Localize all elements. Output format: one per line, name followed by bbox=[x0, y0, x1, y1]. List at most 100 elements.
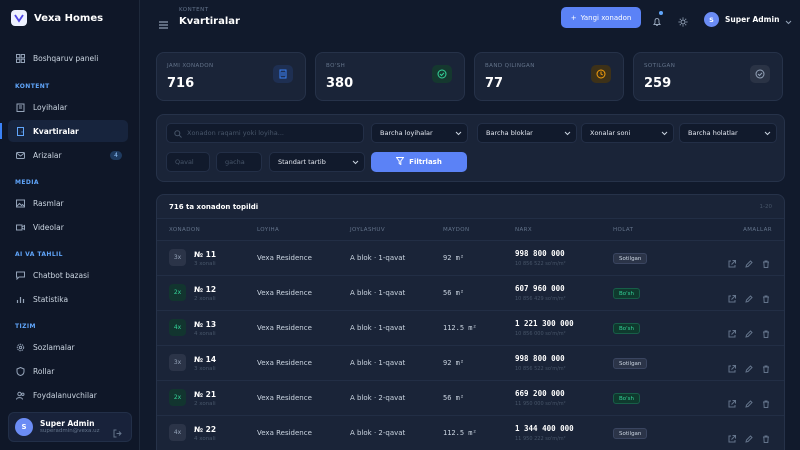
trash-icon[interactable] bbox=[762, 253, 770, 272]
project-name: Vexa Residence bbox=[257, 394, 312, 402]
sort-select[interactable]: Standart tartib bbox=[269, 152, 365, 172]
table-row[interactable]: 3x № 14 3 xonali Vexa Residence A blok ·… bbox=[157, 346, 784, 381]
logout-icon[interactable] bbox=[113, 423, 122, 442]
sidebar-item-label: Chatbot bazasi bbox=[33, 270, 90, 280]
sidebar-item-label: Rollar bbox=[33, 366, 55, 376]
chevron-down-icon bbox=[352, 159, 359, 167]
edit-icon[interactable] bbox=[745, 428, 753, 447]
check-circle-icon bbox=[432, 65, 452, 83]
rooms-badge: 4x bbox=[169, 319, 186, 336]
menu-icon[interactable] bbox=[159, 14, 168, 33]
edit-icon[interactable] bbox=[745, 253, 753, 272]
edit-icon[interactable] bbox=[745, 393, 753, 412]
brand-name: Vexa Homes bbox=[34, 12, 104, 24]
price: 607 960 000 bbox=[515, 284, 565, 293]
edit-icon[interactable] bbox=[745, 288, 753, 307]
sidebar-item-images[interactable]: Rasmlar bbox=[8, 192, 128, 214]
status-select[interactable]: Barcha holatlar bbox=[679, 123, 777, 143]
project-name: Vexa Residence bbox=[257, 359, 312, 367]
external-link-icon[interactable] bbox=[728, 323, 736, 342]
trash-icon[interactable] bbox=[762, 393, 770, 412]
clock-icon bbox=[591, 65, 611, 83]
sidebar: Vexa Homes Boshqaruv paneli KONTENT Loyi… bbox=[0, 0, 140, 450]
notification-dot bbox=[659, 11, 663, 15]
external-link-icon[interactable] bbox=[728, 358, 736, 377]
new-apartment-label: Yangi xonadon bbox=[580, 13, 632, 22]
status-badge: Sotilgan bbox=[613, 428, 648, 439]
nav-section-kontent: KONTENT bbox=[15, 83, 50, 90]
rooms-badge: 4x bbox=[169, 424, 186, 441]
project-select[interactable]: Barcha loyihalar bbox=[371, 123, 468, 143]
trash-icon[interactable] bbox=[762, 428, 770, 447]
table-header: XONADON LOYIHA JOYLASHUV MAYDON NARX HOL… bbox=[157, 218, 784, 241]
table-row[interactable]: 3x № 11 3 xonali Vexa Residence A blok ·… bbox=[157, 241, 784, 276]
sidebar-item-statistics[interactable]: Statistika bbox=[8, 288, 128, 310]
sidebar-item-projects[interactable]: Loyihalar bbox=[8, 96, 128, 118]
new-apartment-button[interactable]: + Yangi xonadon bbox=[561, 7, 641, 28]
block-select-value: Barcha bloklar bbox=[486, 129, 533, 137]
users-icon bbox=[16, 391, 25, 400]
grid-icon bbox=[16, 53, 25, 63]
sun-icon[interactable] bbox=[678, 12, 688, 31]
chevron-down-icon bbox=[785, 10, 792, 29]
rooms-badge: 3x bbox=[169, 354, 186, 371]
rooms-select-value: Xonalar soni bbox=[590, 129, 631, 137]
nav-section-system: TIZIM bbox=[15, 323, 36, 330]
chevron-down-icon bbox=[455, 130, 462, 138]
shield-icon bbox=[16, 366, 25, 376]
table-row[interactable]: 4x № 13 4 xonali Vexa Residence A blok ·… bbox=[157, 311, 784, 346]
search-icon bbox=[174, 130, 182, 140]
stat-card-free: BO'SH 380 bbox=[315, 52, 465, 101]
table-row[interactable]: 2x № 12 2 xonali Vexa Residence A blok ·… bbox=[157, 276, 784, 311]
table-row[interactable]: 4x № 22 4 xonali Vexa Residence A blok ·… bbox=[157, 416, 784, 450]
external-link-icon[interactable] bbox=[728, 393, 736, 412]
chevron-down-icon bbox=[661, 130, 668, 138]
column-header: XONADON bbox=[169, 227, 201, 233]
sidebar-item-videos[interactable]: Videolar bbox=[8, 216, 128, 238]
price-per-m2: 11 950 000 so'm/m² bbox=[515, 401, 566, 407]
plus-icon: + bbox=[570, 13, 577, 22]
edit-icon[interactable] bbox=[745, 323, 753, 342]
sidebar-item-dashboard[interactable]: Boshqaruv paneli bbox=[8, 47, 128, 69]
chevron-down-icon bbox=[564, 130, 571, 138]
price-from-input[interactable]: Qaval bbox=[166, 152, 210, 172]
trash-icon[interactable] bbox=[762, 288, 770, 307]
trash-icon[interactable] bbox=[762, 358, 770, 377]
sidebar-user-card[interactable]: S Super Admin superadmin@vexa.uz bbox=[8, 412, 132, 442]
price: 669 200 000 bbox=[515, 389, 565, 398]
rooms-badge: 3x bbox=[169, 249, 186, 266]
sort-select-value: Standart tartib bbox=[278, 158, 326, 166]
sidebar-item-settings[interactable]: Sozlamalar bbox=[8, 336, 128, 358]
stat-label: SOTILGAN bbox=[644, 63, 676, 69]
stat-card-total: JAMI XONADON 716 bbox=[156, 52, 306, 101]
sidebar-item-apartments[interactable]: Kvartiralar bbox=[0, 120, 128, 142]
brand[interactable]: Vexa Homes bbox=[11, 10, 103, 26]
apartment-type: 4 xonali bbox=[194, 436, 216, 442]
sidebar-item-users[interactable]: Foydalanuvchilar bbox=[8, 384, 128, 406]
block-select[interactable]: Barcha bloklar bbox=[477, 123, 577, 143]
external-link-icon[interactable] bbox=[728, 428, 736, 447]
price: 998 800 000 bbox=[515, 249, 565, 258]
sidebar-item-roles[interactable]: Rollar bbox=[8, 360, 128, 382]
rooms-select[interactable]: Xonalar soni bbox=[581, 123, 674, 143]
sidebar-item-chatbot[interactable]: Chatbot bazasi bbox=[8, 264, 128, 286]
edit-icon[interactable] bbox=[745, 358, 753, 377]
top-user-menu[interactable]: S Super Admin bbox=[704, 10, 792, 29]
status-select-value: Barcha holatlar bbox=[688, 129, 738, 137]
sidebar-item-applications[interactable]: Arizalar 4 bbox=[8, 144, 128, 166]
table-row[interactable]: 2x № 21 2 xonali Vexa Residence A blok ·… bbox=[157, 381, 784, 416]
sidebar-item-label: Videolar bbox=[33, 222, 64, 232]
status-badge: Sotilgan bbox=[613, 253, 648, 264]
price-to-input[interactable]: gacha bbox=[216, 152, 262, 172]
bell-icon[interactable] bbox=[652, 11, 663, 31]
external-link-icon[interactable] bbox=[728, 253, 736, 272]
price-to-placeholder: gacha bbox=[225, 158, 245, 166]
filter-button[interactable]: Filtrlash bbox=[371, 152, 467, 172]
stat-label: BO'SH bbox=[326, 63, 346, 69]
apartment-number: № 22 bbox=[194, 425, 217, 434]
trash-icon[interactable] bbox=[762, 323, 770, 342]
search-input[interactable]: Xonadon raqami yoki loyiha... bbox=[166, 123, 364, 143]
rooms-badge: 2x bbox=[169, 284, 186, 301]
filter-panel: Xonadon raqami yoki loyiha... Barcha loy… bbox=[156, 114, 785, 182]
external-link-icon[interactable] bbox=[728, 288, 736, 307]
